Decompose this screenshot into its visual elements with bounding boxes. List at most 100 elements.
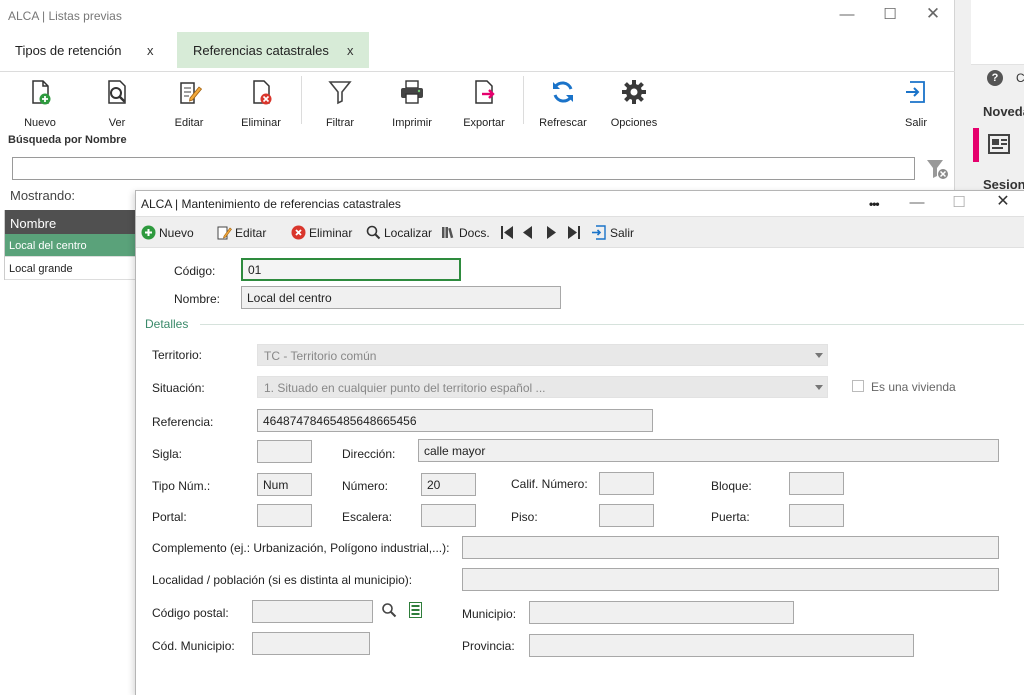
toolbar-label: Imprimir <box>392 117 432 129</box>
tab-close-icon[interactable]: x <box>147 43 154 58</box>
list-icon[interactable] <box>409 602 422 618</box>
dialog-close-button[interactable]: ✕ <box>988 194 1018 210</box>
list-item[interactable]: Local del centro <box>5 234 136 257</box>
refresh-icon <box>553 81 573 103</box>
nuevo-button[interactable]: Nuevo <box>5 78 75 129</box>
piso-input[interactable] <box>599 504 654 527</box>
imprimir-button[interactable]: Imprimir <box>377 78 447 129</box>
numero-input[interactable] <box>421 473 476 496</box>
filtrar-button[interactable]: Filtrar <box>305 78 375 129</box>
sigla-input[interactable] <box>257 440 312 463</box>
portal-input[interactable] <box>257 504 312 527</box>
calif-numero-input[interactable] <box>599 472 654 495</box>
edit-icon <box>180 82 203 104</box>
sigla-label: Sigla: <box>152 447 183 461</box>
dialog-title: ALCA | Mantenimiento de referencias cata… <box>141 197 401 211</box>
last-record-icon[interactable] <box>568 225 580 240</box>
minimize-button[interactable]: — <box>832 7 862 23</box>
close-button[interactable]: ✕ <box>918 5 948 22</box>
dialog-toolbar-label: Editar <box>235 226 267 240</box>
exit-icon <box>906 81 925 103</box>
situacion-select[interactable]: 1. Situado en cualquier punto del territ… <box>257 376 828 398</box>
dialog-nuevo-button[interactable]: Nuevo <box>141 225 194 240</box>
cod-municipio-input[interactable] <box>252 632 370 655</box>
first-record-icon[interactable] <box>501 225 513 240</box>
delete-icon <box>253 80 272 105</box>
territorio-label: Territorio: <box>152 348 203 362</box>
numero-label: Número: <box>342 479 389 493</box>
localidad-input[interactable] <box>462 568 999 591</box>
toolbar-label: Ver <box>108 117 126 129</box>
opciones-button[interactable]: Opciones <box>599 78 669 129</box>
dialog-toolbar-label: Localizar <box>384 226 433 240</box>
portal-label: Portal: <box>152 510 187 524</box>
dialog-editar-button[interactable]: Editar <box>217 225 266 240</box>
provincia-label: Provincia: <box>462 639 515 653</box>
direccion-input[interactable] <box>418 439 999 462</box>
exportar-button[interactable]: Exportar <box>449 78 519 129</box>
tipo-num-input[interactable] <box>257 473 312 496</box>
municipio-input[interactable] <box>529 601 794 624</box>
nombre-input[interactable] <box>241 286 561 309</box>
eliminar-button[interactable]: Eliminar <box>226 78 296 129</box>
tab-referencias-catastrales[interactable]: Referencias catastrales x <box>177 32 369 68</box>
toolbar-label: Salir <box>904 117 927 129</box>
codigo-postal-label: Código postal: <box>152 606 229 620</box>
previous-record-icon[interactable] <box>522 225 532 240</box>
calif-numero-label: Calif. Número: <box>511 477 588 491</box>
help-icon[interactable]: ? <box>987 70 1003 86</box>
tab-close-icon[interactable]: x <box>347 43 354 58</box>
gear-icon <box>622 80 646 104</box>
toolbar-separator <box>523 76 524 124</box>
maximize-button[interactable]: ☐ <box>875 7 905 23</box>
referencia-input[interactable] <box>257 409 653 432</box>
help-text[interactable]: C <box>1016 71 1024 85</box>
dialog-localizar-button[interactable]: Localizar <box>366 225 432 240</box>
bloque-input[interactable] <box>789 472 844 495</box>
toolbar-label: Editar <box>174 117 204 129</box>
filter-icon <box>328 81 352 105</box>
delete-circle-icon <box>291 225 306 240</box>
maintenance-dialog: ALCA | Mantenimiento de referencias cata… <box>135 190 1024 695</box>
territorio-select[interactable]: TC - Territorio común <box>257 344 828 366</box>
complemento-input[interactable] <box>462 536 999 559</box>
dialog-salir-button[interactable]: Salir <box>591 225 634 240</box>
more-options-icon[interactable]: ••• <box>869 197 880 211</box>
escalera-input[interactable] <box>421 504 476 527</box>
search-icon <box>366 225 381 240</box>
chevron-down-icon <box>815 353 823 358</box>
salir-button[interactable]: Salir <box>881 78 951 129</box>
codigo-postal-input[interactable] <box>252 600 373 623</box>
list-column-header[interactable]: Nombre <box>5 210 136 234</box>
dialog-toolbar-label: Nuevo <box>159 226 194 240</box>
dialog-eliminar-button[interactable]: Eliminar <box>291 225 352 240</box>
clear-filter-icon[interactable] <box>925 157 951 181</box>
tab-label: Tipos de retención <box>15 43 122 58</box>
editar-button[interactable]: Editar <box>154 78 224 129</box>
referencia-label: Referencia: <box>152 415 214 429</box>
dialog-docs-button[interactable]: Docs. <box>441 225 490 240</box>
list-item[interactable]: Local grande <box>5 257 136 280</box>
search-icon[interactable] <box>381 602 397 618</box>
bloque-label: Bloque: <box>711 479 752 493</box>
localidad-label: Localidad / población (si es distinta al… <box>152 573 413 587</box>
next-record-icon[interactable] <box>547 225 557 240</box>
toolbar-label: Nuevo <box>24 117 56 129</box>
search-input[interactable] <box>12 157 915 180</box>
export-icon <box>475 80 495 104</box>
complemento-label: Complemento (ej.: Urbanización, Polígono… <box>152 541 450 555</box>
tab-tipos-retencion[interactable]: Tipos de retención x <box>0 32 176 68</box>
tab-label: Referencias catastrales <box>193 43 329 58</box>
provincia-input[interactable] <box>529 634 914 657</box>
refrescar-button[interactable]: Refrescar <box>528 78 598 129</box>
ver-button[interactable]: Ver <box>82 78 152 129</box>
toolbar-label: Eliminar <box>241 117 281 129</box>
dialog-maximize-button[interactable]: ☐ <box>944 195 974 211</box>
toolbar-label: Opciones <box>610 117 658 129</box>
search-label: Búsqueda por Nombre <box>8 134 127 146</box>
dialog-minimize-button[interactable]: — <box>902 195 932 211</box>
puerta-input[interactable] <box>789 504 844 527</box>
newspaper-icon[interactable] <box>988 134 1010 154</box>
codigo-input[interactable] <box>241 258 461 281</box>
vivienda-checkbox[interactable] <box>852 380 864 392</box>
